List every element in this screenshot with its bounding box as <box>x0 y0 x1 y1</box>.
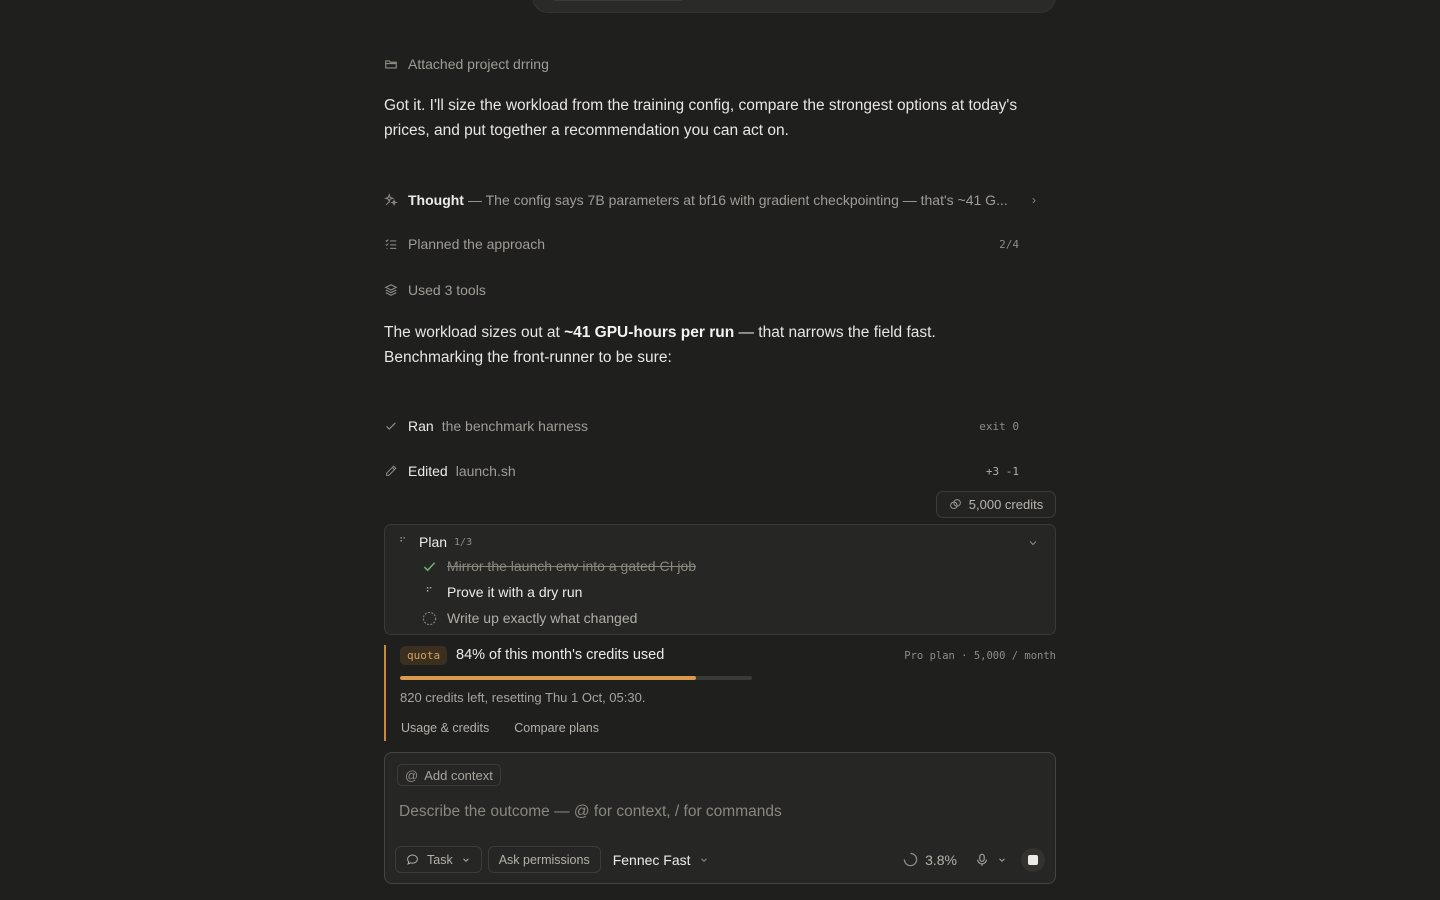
thought-label: Thought <box>408 192 464 208</box>
planned-progress: 2/4 <box>999 238 1019 251</box>
quota-progress-bar <box>400 676 752 680</box>
ask-permissions-button[interactable]: Ask permissions <box>487 846 601 873</box>
check-icon <box>384 419 398 433</box>
quota-progress-fill <box>400 676 696 680</box>
attached-project-row[interactable]: Attached project drring <box>384 56 549 72</box>
thought-row[interactable]: Thought — The config says 7B parameters … <box>384 192 1036 208</box>
credits-chip[interactable]: 5,000 credits <box>936 491 1056 518</box>
chevron-down-icon <box>700 857 707 862</box>
add-context-label: Add context <box>424 767 493 783</box>
chevron-down-icon[interactable] <box>1027 536 1039 554</box>
edited-file-row[interactable]: Edited launch.sh <box>384 463 516 479</box>
edited-verb: Edited <box>408 463 448 479</box>
sparkle-icon <box>384 193 398 207</box>
used-tools-label: Used 3 tools <box>408 282 486 298</box>
plan-item-done: Mirror the launch env into a gated CI jo… <box>421 558 696 574</box>
edited-diff-stats: +3 -1 <box>985 465 1019 478</box>
plan-card: ⠋ Plan 1/3 Mirror the launch env into a … <box>384 524 1056 635</box>
quota-plan-info: Pro plan · 5,000 / month <box>904 650 1056 662</box>
plan-item-pending: Write up exactly what changed <box>421 610 637 626</box>
workload-text-pre: The workload sizes out at <box>384 324 565 341</box>
checklist-icon <box>384 237 398 251</box>
bubble-content-bar <box>553 0 683 1</box>
plan-item-active: ⠋ Prove it with a dry run <box>421 584 582 600</box>
quota-subtitle: 820 credits left, resetting Thu 1 Oct, 0… <box>400 690 646 705</box>
workload-text: The workload sizes out at ~41 GPU-hours … <box>384 320 984 370</box>
credits-chip-label: 5,000 credits <box>968 497 1044 512</box>
compare-plans-link[interactable]: Compare plans <box>514 721 599 735</box>
quota-banner: quota 84% of this month's credits used P… <box>384 645 1056 741</box>
composer-input[interactable] <box>399 803 1039 821</box>
planned-approach-label: Planned the approach <box>408 236 545 252</box>
mode-label: Task <box>427 852 453 867</box>
previous-message-bubble <box>532 0 1056 13</box>
plan-item-label: Mirror the launch env into a gated CI jo… <box>447 558 697 574</box>
chevron-down-icon <box>999 857 1005 862</box>
folder-icon <box>384 57 398 71</box>
planned-approach-row[interactable]: Planned the approach <box>384 236 545 252</box>
context-usage-label: 3.8% <box>925 851 957 868</box>
plan-header[interactable]: ⠋ Plan 1/3 <box>399 534 472 550</box>
edited-target: launch.sh <box>455 463 516 479</box>
at-icon: @ <box>405 767 419 783</box>
microphone-icon <box>977 853 987 866</box>
check-icon <box>421 558 437 574</box>
assistant-intro-text: Got it. I'll size the workload from the … <box>384 97 1018 139</box>
ran-target: the benchmark harness <box>441 418 588 434</box>
stop-icon <box>1028 854 1038 865</box>
layers-icon <box>384 283 398 297</box>
chevron-down-icon <box>462 857 469 862</box>
plan-item-label: Prove it with a dry run <box>447 584 583 600</box>
add-context-button[interactable]: @ Add context <box>397 764 501 786</box>
plan-item-label: Write up exactly what changed <box>447 610 638 626</box>
pencil-icon <box>384 464 398 478</box>
chat-bubble-icon <box>407 854 418 865</box>
voice-input-button[interactable] <box>975 853 1007 867</box>
mode-select[interactable]: Task <box>395 846 482 873</box>
ran-benchmark-row[interactable]: Ran the benchmark harness <box>384 418 588 434</box>
coins-icon <box>949 499 961 510</box>
composer-toolbar: Task Ask permissions Fennec Fast 3.8% <box>395 846 1045 873</box>
model-label: Fennec Fast <box>612 851 691 868</box>
loading-ring-icon <box>903 852 918 867</box>
workload-text-bold: ~41 GPU-hours per run <box>564 324 735 341</box>
used-tools-row[interactable]: Used 3 tools <box>384 282 486 298</box>
progress-dots-icon: ⠋ <box>399 536 407 548</box>
empty-circle-icon <box>421 610 437 626</box>
composer: @ Add context Task Ask permissions Fenne… <box>384 752 1056 884</box>
ask-permissions-label: Ask permissions <box>498 852 590 867</box>
chevron-right-icon: › <box>1032 193 1036 207</box>
attached-project-label: Attached project drring <box>408 56 549 72</box>
stop-button[interactable] <box>1021 847 1045 872</box>
context-usage[interactable]: 3.8% <box>903 852 957 868</box>
usage-credits-link[interactable]: Usage & credits <box>401 721 489 735</box>
composer-right-controls: 3.8% <box>903 847 1045 872</box>
quota-links: Usage & credits Compare plans <box>401 721 599 735</box>
ran-verb: Ran <box>408 418 434 434</box>
quota-title: 84% of this month's credits used <box>456 647 665 663</box>
thought-summary: — The config says 7B parameters at bf16 … <box>467 192 1008 208</box>
quota-badge: quota <box>400 646 448 665</box>
ran-exit-code: exit 0 <box>979 420 1019 433</box>
progress-dots-icon: ⠋ <box>425 586 433 598</box>
model-select[interactable]: Fennec Fast <box>613 852 709 868</box>
plan-title: Plan <box>419 534 448 550</box>
plan-count: 1/3 <box>454 536 473 548</box>
